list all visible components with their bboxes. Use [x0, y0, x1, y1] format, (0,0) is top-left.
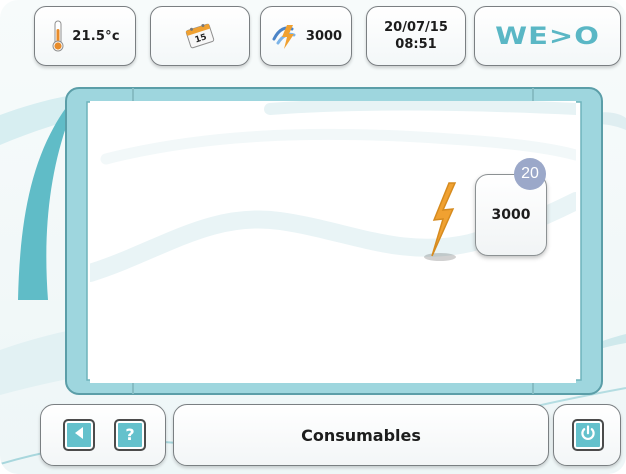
back-button[interactable]	[63, 419, 95, 451]
navigation-card: ?	[40, 404, 166, 466]
calendar-icon: 15	[183, 19, 217, 53]
time-text: 08:51	[395, 37, 437, 52]
help-button[interactable]: ?	[114, 419, 146, 451]
status-bar: 21.5°c 15 3000 20/07/15 08:51 WE>O	[0, 0, 626, 72]
power-card[interactable]: 3000	[260, 6, 352, 66]
power-off-card	[553, 404, 621, 466]
temperature-value: 21.5°c	[72, 28, 120, 44]
brand-card: WE>O	[474, 6, 621, 66]
lightning-icon	[420, 178, 464, 266]
power-icon	[579, 424, 597, 446]
page-title-card: Consumables	[173, 404, 549, 466]
help-icon: ?	[125, 425, 135, 444]
badge-count: 20	[514, 158, 546, 190]
back-icon	[70, 424, 88, 446]
power-button[interactable]	[572, 419, 604, 451]
app-screen: 21.5°c 15 3000 20/07/15 08:51 WE>O 3000 …	[0, 0, 626, 474]
power-sign-icon	[270, 21, 304, 51]
date-text: 20/07/15	[384, 20, 448, 35]
calendar-card[interactable]: 15	[150, 6, 250, 66]
brand-logo: WE>O	[495, 22, 600, 50]
page-title: Consumables	[301, 425, 421, 445]
temperature-card: 21.5°c	[34, 6, 136, 66]
thermometer-icon	[50, 19, 66, 53]
power-value: 3000	[305, 28, 343, 44]
datetime-card: 20/07/15 08:51	[366, 6, 466, 66]
